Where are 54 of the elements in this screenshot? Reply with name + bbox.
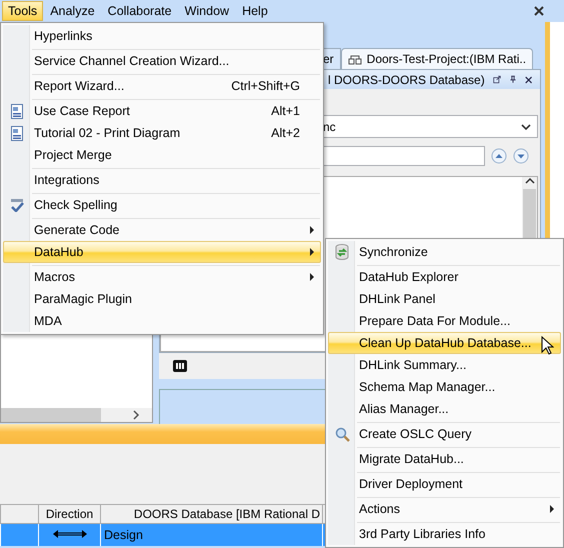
scroll-up-icon: [524, 177, 534, 185]
menu-item[interactable]: DataHub: [3, 241, 321, 263]
mouse-pointer-icon: [541, 336, 554, 355]
double-arrow-icon: [52, 528, 88, 540]
sync-icon: [334, 244, 350, 260]
submenu-arrow-icon: [310, 226, 314, 234]
menu-item[interactable]: Actions: [328, 495, 561, 520]
menu[interactable]: Analyze: [44, 1, 101, 21]
menu-item[interactable]: Service Channel Creation Wizard...: [3, 47, 321, 72]
menu-item[interactable]: Synchronize: [328, 241, 561, 263]
column-header[interactable]: DOORS Database [IBM Rational D: [100, 504, 322, 524]
menu[interactable]: Window: [178, 1, 236, 21]
menu-item[interactable]: Project Merge: [3, 144, 321, 166]
editor-tab[interactable]: Doors-Test-Project:(IBM Rati..: [340, 48, 534, 69]
menu-item[interactable]: DataHub Explorer: [328, 263, 561, 288]
scroll-right-icon: [132, 410, 140, 420]
document-icon: [10, 104, 24, 118]
horizontal-scrollbar[interactable]: [1, 408, 152, 422]
column-icon: [173, 360, 187, 372]
column-header[interactable]: Direction: [38, 504, 100, 524]
menu[interactable]: Tools: [2, 1, 44, 21]
search-icon: [334, 426, 350, 442]
submenu-arrow-icon: [310, 248, 314, 256]
panel-title: l DOORS-DOORS Database): [328, 72, 485, 86]
menu-item[interactable]: Report Wizard... Ctrl+Shift+G: [3, 72, 321, 97]
menu-item[interactable]: Schema Map Manager...: [328, 376, 561, 398]
menu-item[interactable]: Check Spelling: [3, 191, 321, 216]
menu-item[interactable]: Alias Manager...: [328, 398, 561, 420]
menu-item[interactable]: Integrations: [3, 166, 321, 191]
menu-item[interactable]: Macros: [3, 263, 321, 288]
pin-icon: [508, 74, 517, 85]
spell-check-icon: [10, 198, 24, 212]
menu-item[interactable]: ParaMagic Plugin: [3, 288, 321, 310]
menu[interactable]: Collaborate: [102, 1, 178, 21]
submenu-arrow-icon: [310, 273, 314, 281]
close-icon: [524, 74, 532, 84]
menu-item[interactable]: DHLink Summary...: [328, 354, 561, 376]
menu-item[interactable]: Migrate DataHub...: [328, 445, 561, 470]
chevron-down-icon: [521, 124, 531, 130]
diagram-icon: [348, 54, 362, 64]
menu-item[interactable]: Driver Deployment: [328, 470, 561, 495]
menu-item[interactable]: Generate Code: [3, 216, 321, 241]
menu-item[interactable]: MDA: [3, 310, 321, 332]
submenu-arrow-icon: [550, 505, 554, 513]
document-icon: [10, 126, 24, 140]
menu-item[interactable]: DHLink Panel: [328, 288, 561, 310]
menu-item[interactable]: Hyperlinks: [3, 25, 321, 47]
close-icon[interactable]: [534, 6, 544, 16]
menu-item[interactable]: Clean Up DataHub Database...: [328, 332, 561, 354]
menu-item[interactable]: Create OSLC Query: [328, 420, 561, 445]
menu-item[interactable]: Prepare Data For Module...: [328, 310, 561, 332]
menu[interactable]: Help: [236, 1, 274, 21]
detach-icon: [492, 74, 501, 85]
table-cell: Design: [100, 524, 322, 546]
